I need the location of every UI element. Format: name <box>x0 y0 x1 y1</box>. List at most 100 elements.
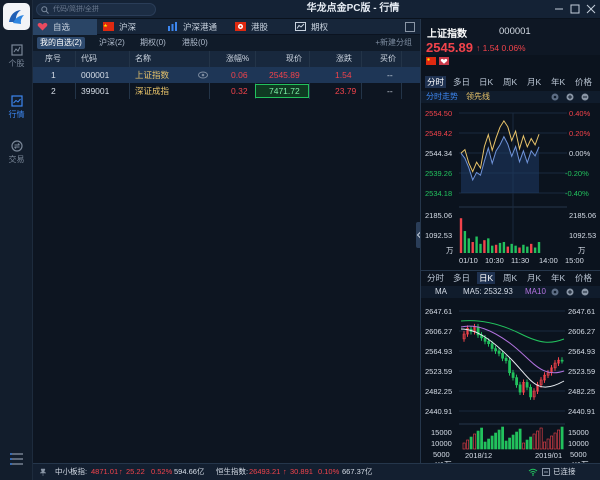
tab-options[interactable]: 期权 <box>291 19 347 35</box>
period-daily[interactable]: 日K <box>477 272 496 284</box>
volume-tick: 1092.53 <box>425 231 453 240</box>
period-intraday[interactable]: 分时 <box>425 272 446 284</box>
eye-icon[interactable] <box>198 71 208 79</box>
period-intraday[interactable]: 分时 <box>425 76 447 88</box>
pin-icon[interactable] <box>39 468 47 476</box>
zoom-in-icon[interactable] <box>566 93 574 101</box>
menu-icon[interactable] <box>9 452 24 466</box>
kline-volume-bar <box>532 433 536 450</box>
tab-stock-connect[interactable]: 沪深港通 <box>163 19 227 35</box>
group-tab-my-watchlist[interactable]: 我的自选(2) <box>37 37 85 49</box>
kline-volume-tick: 15000 <box>568 428 589 437</box>
hsi-change: 30.891 <box>290 467 313 476</box>
rail-item-market[interactable]: 行情 <box>0 95 33 129</box>
quote-detail-panel: 上证指数 000001 2545.89 ↑ 1.54 0.06% 分时 多日 日… <box>420 19 600 469</box>
connect-icon <box>168 22 177 31</box>
period-yearly[interactable]: 年K <box>549 76 567 88</box>
kline-volume-bar <box>553 432 557 450</box>
kline-price-tick: 2482.25 <box>425 387 453 396</box>
kline-period-bar: 分时 多日 日K 周K 月K 年K 价格 <box>421 270 600 284</box>
period-weekly[interactable]: 周K <box>501 272 519 284</box>
candle-body <box>508 360 512 374</box>
maximize-icon[interactable] <box>569 3 581 15</box>
volume-tick: 2185.06 <box>569 211 597 220</box>
candle-body <box>525 382 529 388</box>
new-group-button[interactable]: +新建分组 <box>375 37 412 49</box>
table-row[interactable]: 1 000001 上证指数 0.06 2545.89 1.54 -- <box>33 67 420 83</box>
kline-volume-tick: 10000 <box>568 439 589 448</box>
tab-watchlist[interactable]: 自选 <box>33 19 97 35</box>
period-weekly[interactable]: 周K <box>501 76 519 88</box>
kline-volume-bar <box>487 438 491 450</box>
header-price[interactable]: 现价 <box>286 51 302 67</box>
period-price[interactable]: 价格 <box>573 272 594 284</box>
header-bid[interactable]: 买价 <box>380 51 396 67</box>
group-tab-options[interactable]: 期权(0) <box>137 37 169 49</box>
search-input[interactable]: 代码/简拼/全拼 <box>36 3 156 16</box>
header-change[interactable]: 涨跌 <box>336 51 352 67</box>
pct-tick: 0.40% <box>569 109 591 118</box>
settings-icon[interactable] <box>551 288 559 296</box>
header-change-pct[interactable]: 涨幅% <box>226 51 249 67</box>
kline-volume-bar <box>476 430 480 450</box>
period-yearly[interactable]: 年K <box>549 272 567 284</box>
row-name: 深证成指 <box>135 86 170 96</box>
kline-date-tick: 2018/12 <box>465 451 493 460</box>
search-icon <box>41 6 49 14</box>
period-price[interactable]: 价格 <box>573 76 594 88</box>
sme-index-arrow: ↑ <box>119 467 123 476</box>
rail-item-stock[interactable]: 个股 <box>0 44 33 78</box>
group-tab-hk[interactable]: 港股(0) <box>179 37 211 49</box>
settings-icon[interactable] <box>551 93 559 101</box>
ma5-label: MA5: 2532.93 <box>463 287 513 296</box>
price-tick: 2544.34 <box>425 149 453 158</box>
kline-volume <box>462 426 564 450</box>
china-flag-icon <box>426 57 436 65</box>
time-tick: 14:00 <box>539 256 558 265</box>
zoom-in-icon[interactable] <box>566 288 574 296</box>
period-monthly[interactable]: 月K <box>525 272 543 284</box>
favorite-heart-icon[interactable] <box>439 57 449 65</box>
zoom-out-icon[interactable] <box>581 93 589 101</box>
sme-index-value: 4871.01 <box>91 467 119 476</box>
zoom-out-icon[interactable] <box>581 288 589 296</box>
candle-body <box>490 343 494 349</box>
ma10-label: MA10 <box>525 287 546 296</box>
kline-price-tick: 2482.25 <box>568 387 596 396</box>
header-name[interactable]: 名称 <box>135 51 151 67</box>
period-multiday[interactable]: 多日 <box>451 76 472 88</box>
rail-item-label: 交易 <box>8 155 25 164</box>
rail-item-trade[interactable]: 交易 <box>0 140 33 174</box>
kline-price-tick: 2647.61 <box>425 307 453 316</box>
tab-label: 自选 <box>53 22 71 32</box>
candle-body <box>494 348 498 352</box>
time-tick: 15:00 <box>565 256 584 265</box>
header-code[interactable]: 代码 <box>81 51 97 67</box>
quote-name: 上证指数 <box>427 29 467 40</box>
tab-shanghai-shenzhen[interactable]: 沪深 <box>99 19 159 35</box>
volume-bar <box>533 247 537 253</box>
kline-price-tick: 2564.93 <box>568 347 596 356</box>
intraday-label: 分时走势 <box>426 92 458 101</box>
header-index[interactable]: 序号 <box>45 51 61 67</box>
tab-label: 沪深 <box>119 22 137 32</box>
hk-flag-icon <box>235 22 246 31</box>
row-change: 23.79 <box>335 86 357 96</box>
pct-tick: -0.40% <box>565 189 589 198</box>
tab-hk-stocks[interactable]: 港股 <box>231 19 287 35</box>
volume-bar <box>487 238 490 253</box>
period-monthly[interactable]: 月K <box>525 76 543 88</box>
table-row[interactable]: 2 399001 深证成指 0.32 7471.72 23.79 -- <box>33 83 420 99</box>
volume-bar <box>514 245 517 253</box>
panel-toggle-icon[interactable] <box>405 22 415 32</box>
close-icon[interactable] <box>585 3 597 15</box>
minimize-icon[interactable] <box>553 3 565 15</box>
period-multiday[interactable]: 多日 <box>451 272 472 284</box>
group-tab-hs[interactable]: 沪深(2) <box>96 37 128 49</box>
kline-volume-bar <box>511 434 515 450</box>
kline-volume-bar <box>550 435 554 450</box>
candle-body <box>501 353 505 359</box>
period-daily[interactable]: 日K <box>477 76 495 88</box>
status-bar: 中小板指: 4871.01 ↑ 25.22 0.52% 594.66亿 恒生指数… <box>33 463 600 480</box>
window-title: 华龙点金PC版 - 行情 <box>306 3 400 14</box>
